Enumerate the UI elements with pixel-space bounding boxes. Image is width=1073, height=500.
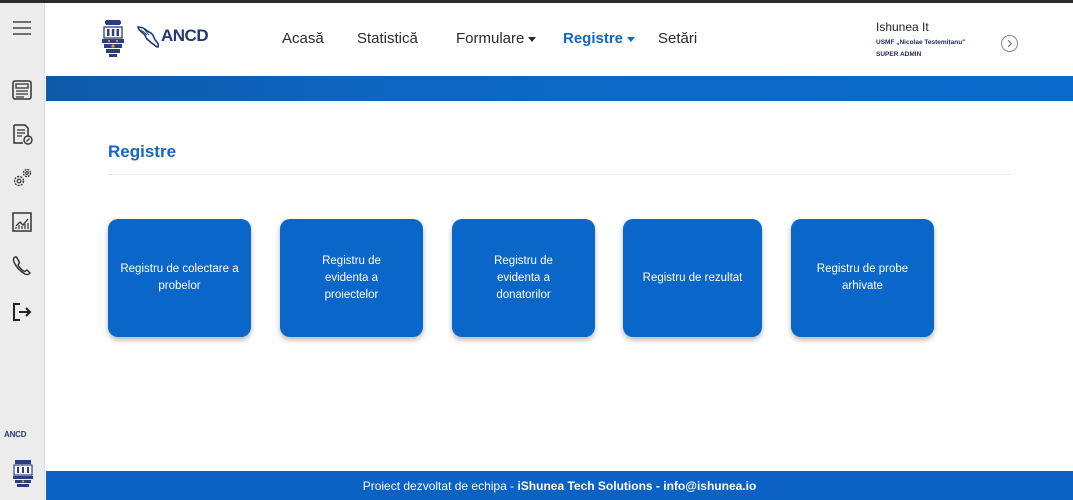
footer-email-link[interactable]: info@ishunea.io (663, 479, 756, 493)
header-banner (46, 76, 1073, 101)
document-edit-icon[interactable] (10, 122, 34, 146)
footer: Proiect dezvoltat de echipa - iShunea Te… (46, 471, 1073, 500)
nav-registre[interactable]: Registre (563, 30, 636, 47)
menu-icon[interactable] (10, 16, 34, 40)
nav-formulare[interactable]: Formulare (456, 30, 537, 47)
top-header: ANCD Acasă Statistică Formulare Registre… (46, 3, 1073, 76)
card-label: Registru de rezultat (642, 271, 743, 284)
card-registru-probe-arhivate[interactable]: Registru de probe arhivate (791, 219, 934, 337)
nav-registre-label: Registre (563, 30, 624, 47)
page-title: Registre (108, 142, 177, 161)
user-menu-button[interactable] (1001, 35, 1018, 52)
chevron-down-icon (528, 36, 537, 42)
report-chart-icon[interactable] (10, 210, 34, 234)
title-divider (108, 174, 1011, 175)
footer-company-link[interactable]: iShunea Tech Solutions (517, 479, 652, 493)
sidebar-brand-logo: ANCD (4, 430, 27, 439)
nav-statistica-label: Statistică (357, 30, 418, 47)
footer-prefix: Proiect dezvoltat de echipa - (362, 478, 518, 493)
nav-statistica[interactable]: Statistică (357, 30, 418, 47)
nav-setari[interactable]: Setări (658, 30, 697, 47)
card-label: Registru de evidenta a proiectelor (322, 254, 381, 301)
user-role: SUPER ADMIN (876, 51, 922, 58)
footer-separator: - (652, 478, 664, 493)
card-registru-evidenta-donatori[interactable]: Registru de evidenta a donatorilor (452, 219, 595, 337)
sidebar-crest-logo-icon (13, 460, 33, 487)
moldova-map-icon (136, 26, 160, 48)
sidebar: ANCD (0, 3, 45, 500)
user-organization: USMF „Nicolae Testemițanu" (876, 39, 966, 46)
card-label: Registru de colectare a probelor (120, 263, 239, 292)
card-registru-colectare-probe[interactable]: Registru de colectare a probelor (108, 219, 251, 337)
logout-icon[interactable] (10, 300, 34, 324)
university-crest-logo-icon[interactable] (100, 18, 126, 58)
user-name: Ishunea It (876, 20, 929, 34)
logo-text: ANCD (161, 26, 209, 45)
chevron-down-icon (627, 36, 636, 42)
card-registru-rezultat[interactable]: Registru de rezultat (623, 219, 762, 337)
card-label: Registru de probe arhivate (816, 263, 909, 292)
nav-acasa[interactable]: Acasă (282, 30, 324, 47)
nav-setari-label: Setări (658, 30, 698, 47)
card-registru-evidenta-proiecte[interactable]: Registru de evidenta a proiectelor (280, 219, 423, 337)
user-info: Ishunea It USMF „Nicolae Testemițanu" SU… (876, 20, 965, 58)
nav-acasa-label: Acasă (282, 30, 324, 47)
registry-card-icon[interactable] (10, 78, 34, 102)
nav-formulare-label: Formulare (456, 30, 525, 47)
phone-icon[interactable] (10, 254, 34, 278)
ancd-logo[interactable]: ANCD (135, 23, 209, 49)
card-label: Registru de evidenta a donatorilor (494, 254, 553, 301)
settings-gears-icon[interactable] (10, 166, 34, 190)
chevron-right-icon (1007, 39, 1013, 48)
